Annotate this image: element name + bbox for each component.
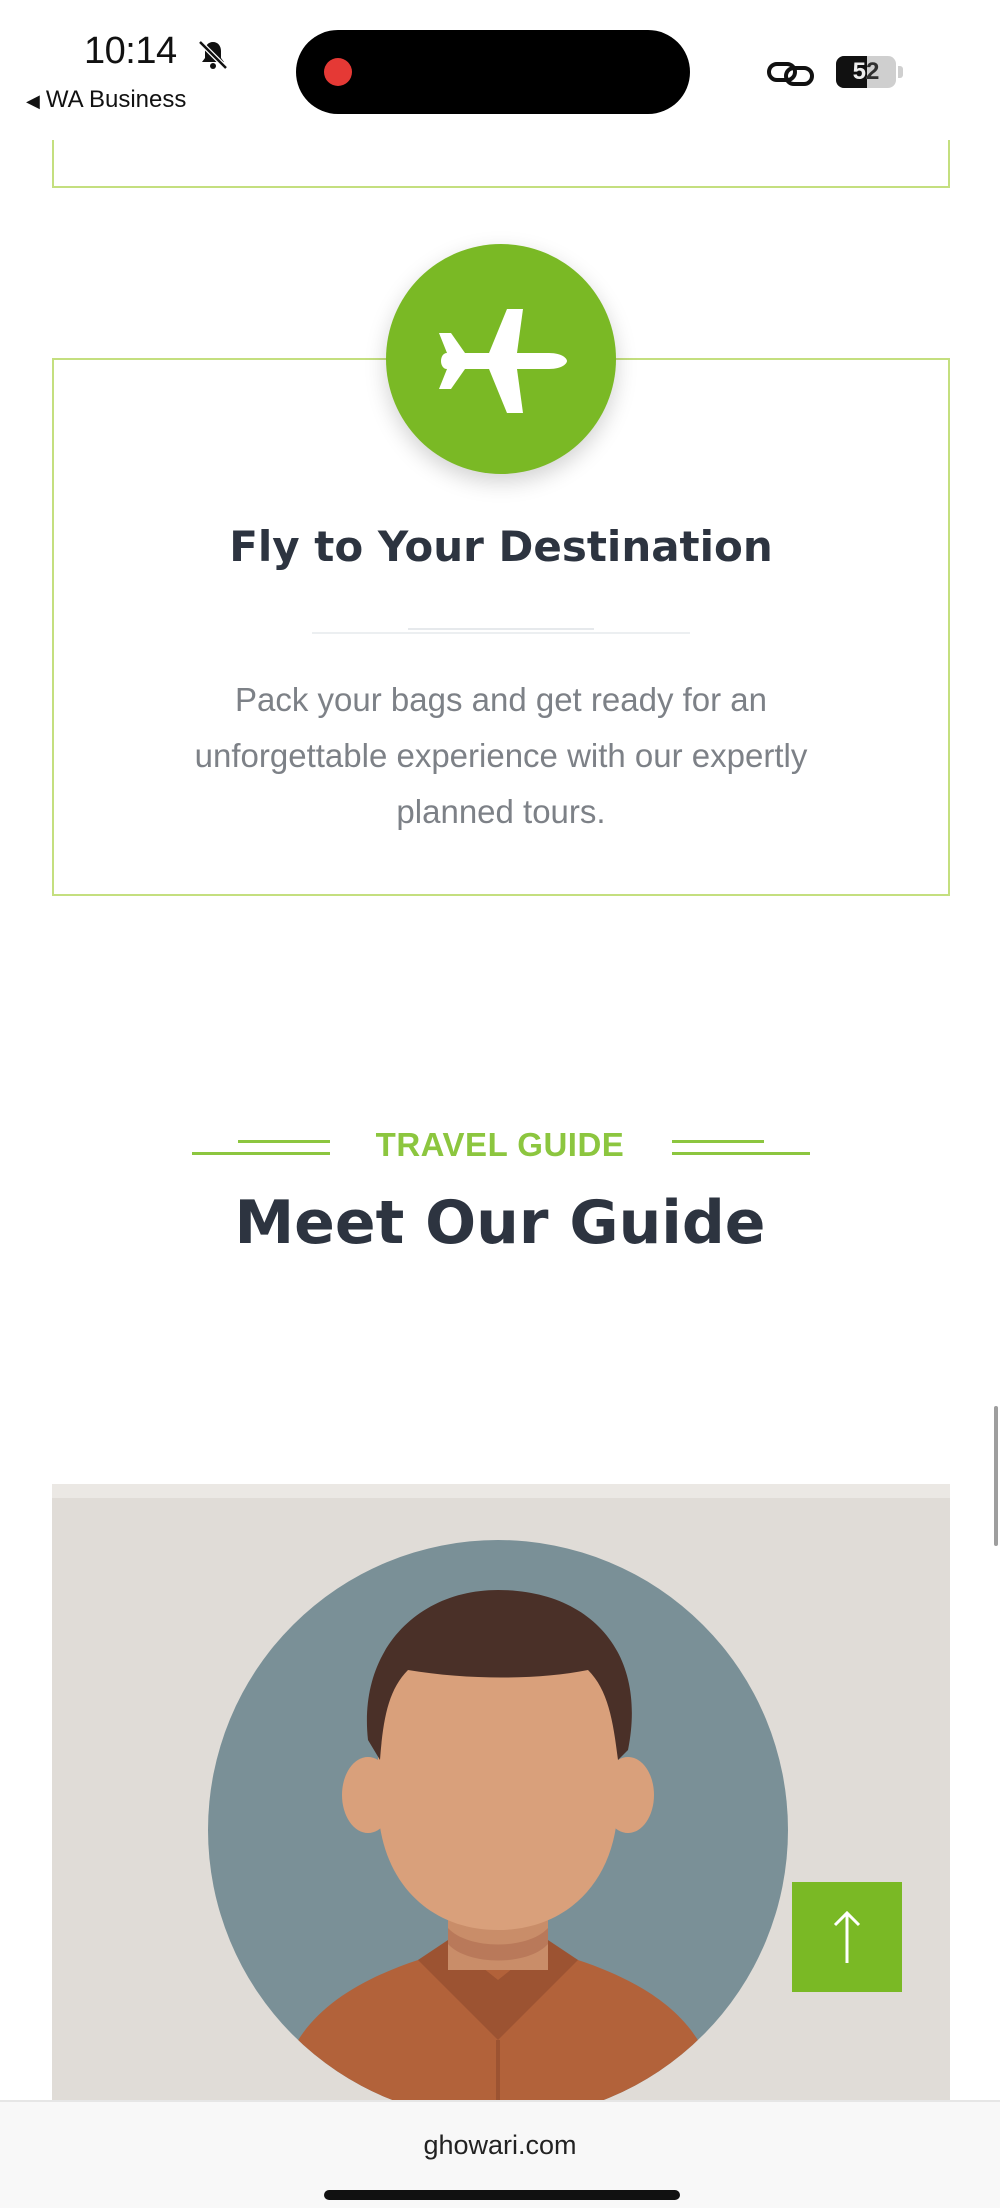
back-to-app-link[interactable]: ◀ WA Business: [26, 86, 186, 114]
tag-decoration-line-left: [192, 1152, 330, 1155]
link-icon: [767, 62, 814, 86]
step-title: Fly to Your Destination: [229, 522, 773, 571]
tag-decoration-line-left: [238, 1140, 330, 1143]
status-time: 10:14: [84, 30, 177, 72]
dynamic-island: [296, 30, 690, 114]
url-domain[interactable]: ghowari.com: [0, 2130, 1000, 2161]
step-icon-circle: [386, 244, 616, 474]
recording-dot-icon: [324, 58, 352, 86]
guide-avatar: [208, 1540, 788, 2104]
back-app-label: WA Business: [45, 86, 187, 113]
airplane-icon: [439, 309, 567, 413]
scroll-to-top-button[interactable]: [792, 1882, 902, 1992]
battery-percentage: 52: [852, 58, 880, 85]
tag-decoration-line-right: [672, 1152, 810, 1155]
guide-card[interactable]: [52, 1484, 950, 2104]
home-indicator[interactable]: [324, 2190, 680, 2200]
section-tag: TRAVEL GUIDE: [375, 1126, 625, 1163]
page-scrollbar[interactable]: [994, 1406, 998, 1546]
arrow-up-icon: [833, 1910, 861, 1963]
section-title: Meet Our Guide: [234, 1188, 766, 1258]
battery-icon: 52: [836, 56, 896, 88]
previous-step-card: [52, 140, 950, 188]
status-bar: 10:14 ◀ WA Business 52: [0, 0, 1000, 140]
bell-muted-icon: [198, 40, 228, 70]
battery-tip: [898, 66, 903, 78]
back-arrow-icon: ◀: [26, 91, 40, 111]
step-divider: [312, 628, 690, 634]
tag-decoration-line-right: [672, 1140, 764, 1143]
step-description: Pack your bags and get ready for an unfo…: [194, 681, 808, 830]
